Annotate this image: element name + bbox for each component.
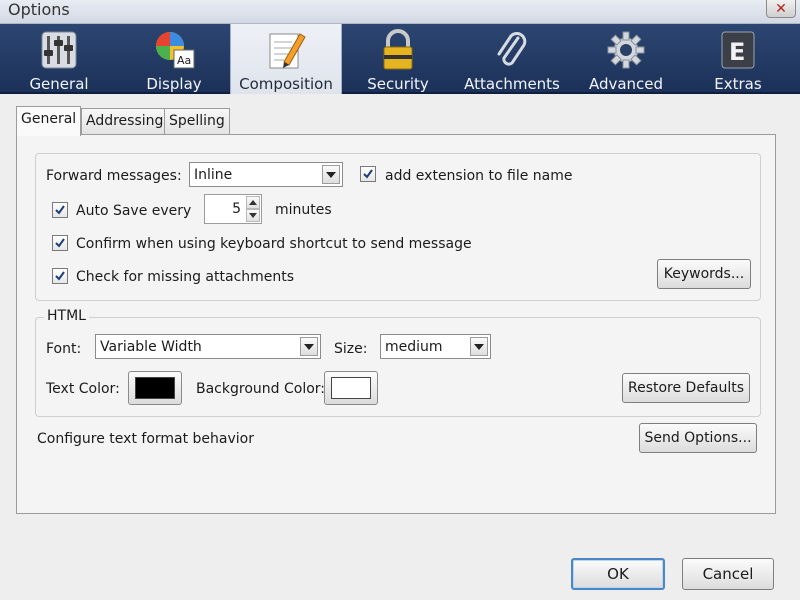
size-value: medium [385, 339, 443, 355]
cancel-button[interactable]: Cancel [682, 558, 774, 590]
text-color-swatch [135, 377, 175, 399]
checkmark-icon [55, 238, 65, 248]
svg-text:Aa: Aa [177, 54, 191, 67]
pane-tab-label: Display [146, 75, 202, 93]
sliders-icon [37, 28, 81, 72]
forward-messages-dropdown[interactable]: Inline [189, 162, 343, 187]
html-group-legend: HTML [44, 308, 89, 324]
pane-tab-attachments[interactable]: Attachments [454, 24, 570, 94]
extras-e-icon: E [716, 28, 760, 72]
pane-tab-security[interactable]: Security [342, 24, 454, 94]
pane-tab-label: Composition [239, 75, 333, 93]
ok-button[interactable]: OK [571, 558, 665, 590]
spin-down-button[interactable] [246, 209, 260, 222]
spin-up-button[interactable] [246, 196, 260, 209]
auto-save-minutes-stepper[interactable]: 5 [204, 194, 262, 224]
gear-icon [604, 28, 648, 72]
subtab-spelling[interactable]: Spelling [164, 108, 230, 134]
title-bar: Options ✕ [0, 0, 800, 24]
pane-tab-extras[interactable]: E Extras [682, 24, 794, 94]
restore-defaults-button[interactable]: Restore Defaults [622, 373, 750, 403]
pane-tab-label: Advanced [588, 75, 664, 93]
keywords-button[interactable]: Keywords... [657, 259, 751, 289]
chevron-down-icon [470, 337, 488, 356]
svg-text:E: E [729, 38, 745, 66]
size-label: Size: [334, 341, 368, 357]
confirm-shortcut-label: Confirm when using keyboard shortcut to … [76, 236, 472, 252]
close-icon: ✕ [775, 0, 787, 17]
paperclip-icon [490, 28, 534, 72]
pencil-document-icon [264, 28, 308, 72]
minutes-label: minutes [275, 202, 332, 218]
subtab-content-general: Forward messages: Inline add extension t… [16, 134, 776, 514]
font-value: Variable Width [100, 339, 202, 355]
pane-tab-label: Security [367, 75, 429, 93]
pane-tab-label: General [29, 75, 89, 93]
text-format-label: Configure text format behavior [37, 431, 254, 447]
send-options-button[interactable]: Send Options... [639, 423, 757, 453]
missing-attachments-label: Check for missing attachments [76, 269, 295, 285]
add-extension-label: add extension to file name [385, 168, 573, 184]
chevron-down-icon [322, 165, 340, 184]
chevron-down-icon [300, 337, 318, 356]
subtab-label: Addressing [86, 113, 164, 129]
auto-save-label: Auto Save every [76, 203, 192, 219]
add-extension-checkbox[interactable] [360, 166, 376, 182]
font-label: Font: [46, 341, 82, 357]
palette-font-icon: Aa [152, 28, 196, 72]
checkmark-icon [55, 271, 65, 281]
pane-tab-composition[interactable]: Composition [230, 24, 342, 94]
background-color-label: Background Color: [196, 381, 325, 397]
pane-tab-label: Extras [714, 75, 762, 93]
pane-tab-general[interactable]: General [0, 24, 118, 94]
auto-save-checkbox[interactable] [52, 202, 68, 218]
text-color-button[interactable] [128, 371, 182, 405]
auto-save-minutes-value: 5 [232, 201, 241, 217]
composition-panel: General Addressing Spelling Forward mess… [4, 96, 796, 552]
subtab-addressing[interactable]: Addressing [81, 108, 169, 134]
window-title: Options [8, 0, 70, 19]
close-button[interactable]: ✕ [766, 0, 796, 18]
pane-tab-advanced[interactable]: Advanced [570, 24, 682, 94]
missing-attachments-checkbox[interactable] [52, 268, 68, 284]
forward-messages-label: Forward messages: [46, 168, 182, 184]
text-color-label: Text Color: [46, 381, 120, 397]
subtab-label: Spelling [169, 113, 225, 129]
forward-messages-value: Inline [194, 167, 233, 183]
background-color-swatch [331, 377, 371, 399]
size-dropdown[interactable]: medium [380, 334, 491, 359]
background-color-button[interactable] [324, 371, 378, 405]
padlock-icon [376, 28, 420, 72]
subtab-label: General [21, 111, 77, 127]
pane-toolbar: General Aa Display Composition Security … [0, 24, 800, 94]
font-dropdown[interactable]: Variable Width [95, 334, 321, 359]
checkmark-icon [55, 205, 65, 215]
general-options-group: Forward messages: Inline add extension t… [35, 153, 761, 301]
pane-tab-display[interactable]: Aa Display [118, 24, 230, 94]
html-group: HTML Font: Variable Width Size: medium T… [35, 308, 761, 417]
pane-tab-label: Attachments [464, 75, 560, 93]
subtab-general[interactable]: General [16, 106, 82, 136]
checkmark-icon [363, 169, 373, 179]
confirm-shortcut-checkbox[interactable] [52, 235, 68, 251]
